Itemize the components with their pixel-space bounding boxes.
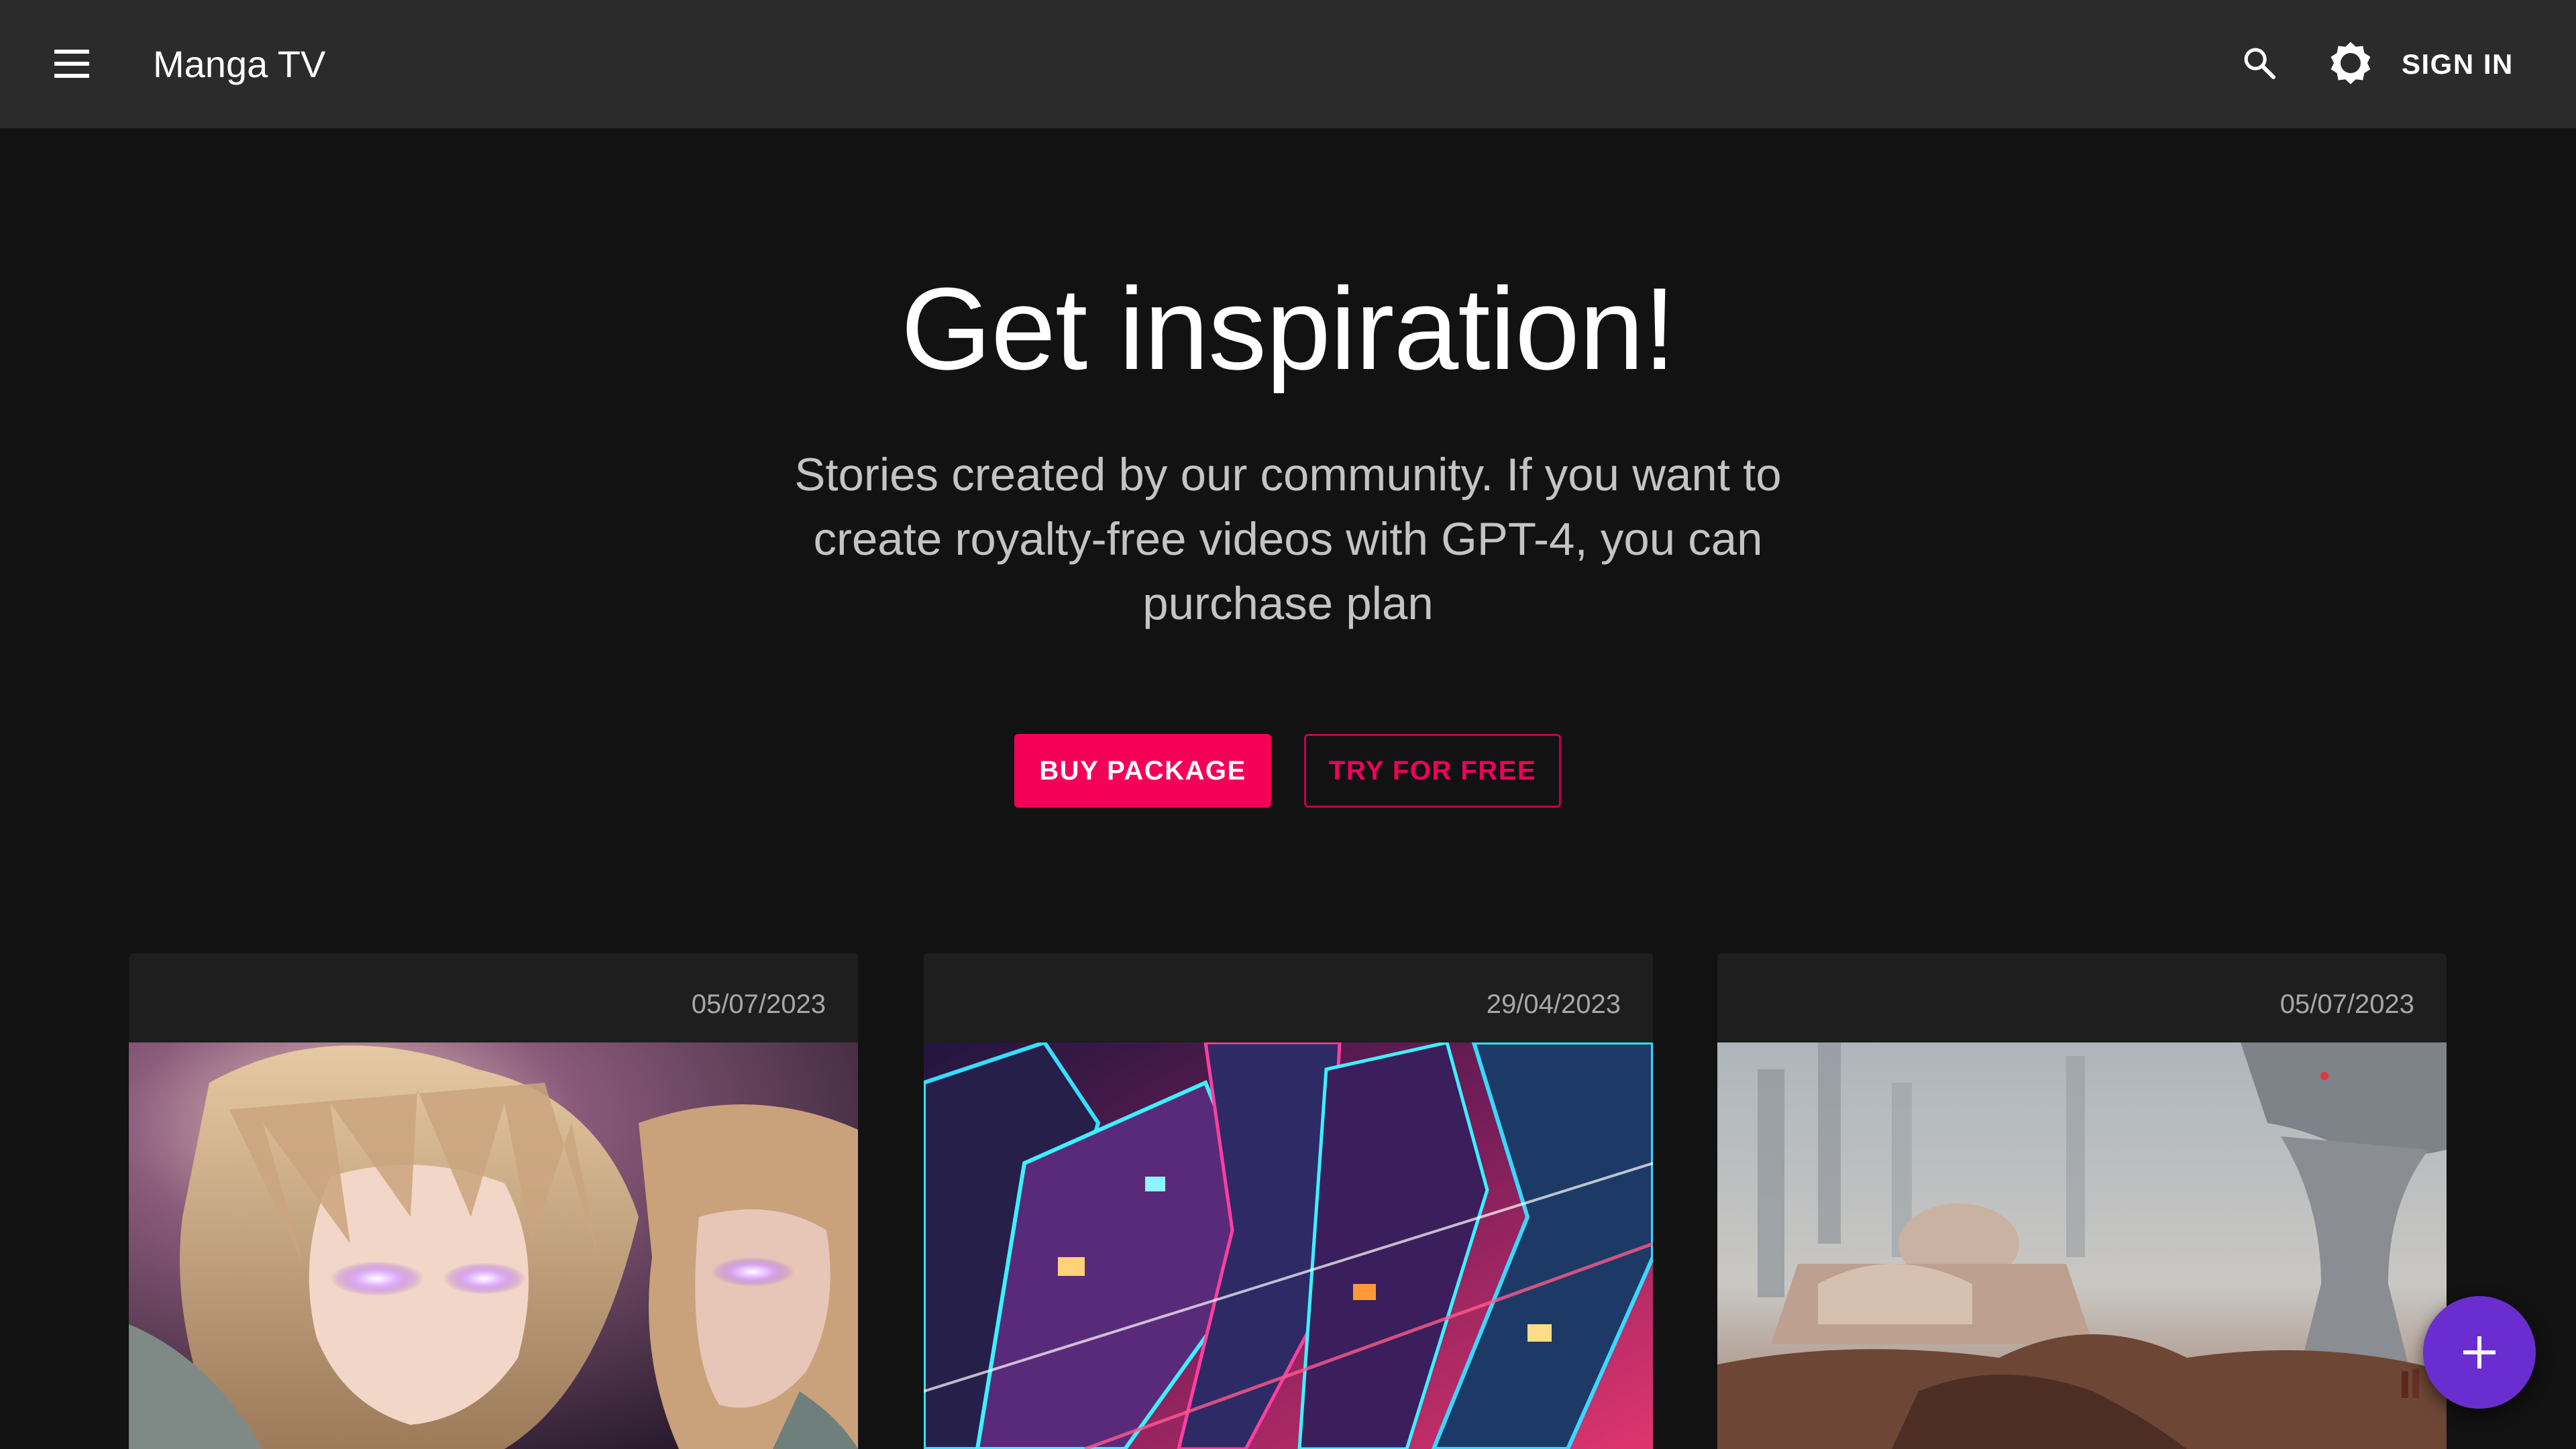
try-for-free-button[interactable]: TRY FOR FREE [1304, 734, 1561, 808]
card-image-neon-city[interactable] [924, 1042, 1653, 1449]
app-bar: Manga TV SIGN IN [0, 0, 2576, 128]
story-card[interactable]: 05/07/2023 [129, 953, 858, 1449]
hero-title: Get inspiration! [900, 263, 1676, 394]
menu-icon[interactable] [51, 48, 93, 79]
search-icon[interactable] [2241, 44, 2278, 82]
add-button[interactable] [2423, 1296, 2536, 1409]
app-title[interactable]: Manga TV [153, 39, 325, 90]
gear-icon[interactable] [2326, 39, 2375, 87]
buy-package-button[interactable]: BUY PACKAGE [1014, 734, 1271, 808]
sign-in-button[interactable]: SIGN IN [2402, 43, 2514, 86]
card-image-anime[interactable] [129, 1042, 858, 1449]
hero-subtitle: Stories created by our community. If you… [794, 449, 1782, 629]
story-card[interactable]: 05/07/2023 [1717, 953, 2447, 1449]
card-date: 29/04/2023 [1486, 989, 1621, 1019]
card-date: 05/07/2023 [691, 989, 826, 1019]
card-date: 05/07/2023 [2279, 989, 2414, 1019]
story-card[interactable]: 29/04/2023 [924, 953, 1653, 1449]
card-image-desert-city[interactable] [1717, 1042, 2447, 1449]
